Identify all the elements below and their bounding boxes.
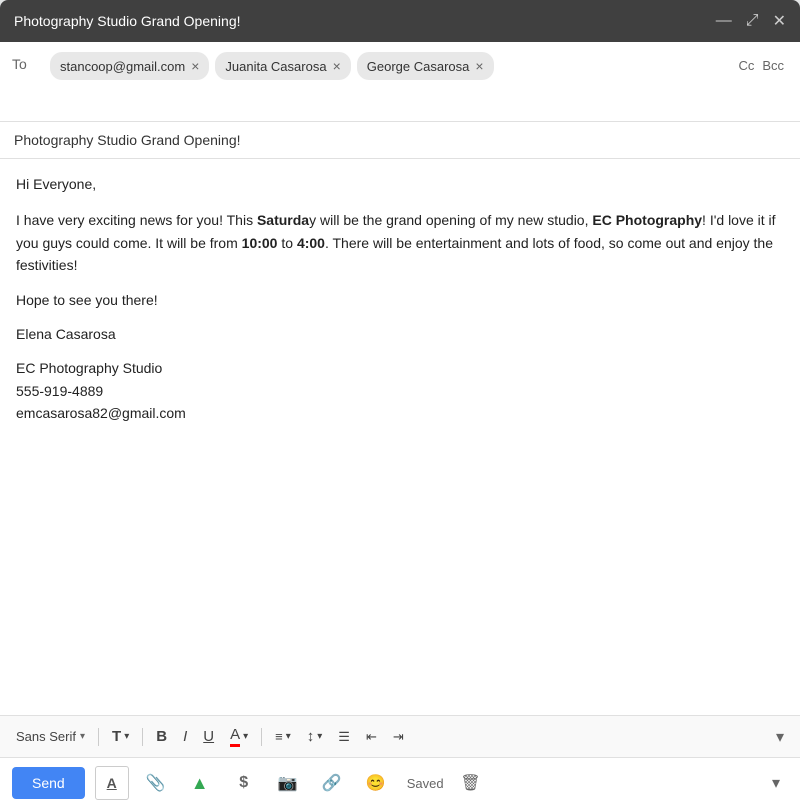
font-color-icon: A	[230, 726, 240, 747]
format-text-icon: A	[107, 775, 117, 791]
chip-2-remove[interactable]: ×	[333, 59, 341, 73]
delete-icon: 🗑	[460, 773, 480, 793]
more-options-icon: ▾	[772, 775, 780, 792]
close-button[interactable]: ✕	[773, 11, 786, 31]
main-paragraph: I have very exciting news for you! This …	[16, 209, 784, 276]
hope-line: Hope to see you there!	[16, 289, 784, 311]
photo-icon: 📷	[278, 773, 298, 793]
subject-row[interactable]: Photography Studio Grand Opening!	[0, 122, 800, 159]
toolbar-more-button[interactable]: ▾	[770, 723, 790, 751]
cc-bcc-area: Cc Bcc	[738, 50, 788, 73]
underline-button[interactable]: U	[197, 724, 220, 749]
window-controls: — ⤢ ✕	[716, 11, 786, 31]
signature-studio: EC Photography Studio	[16, 360, 162, 376]
font-color-button[interactable]: A ▾	[224, 722, 254, 751]
font-size-button[interactable]: T ▾	[106, 724, 135, 749]
toolbar-sep-3	[261, 728, 262, 746]
recipient-chip-2[interactable]: Juanita Casarosa ×	[215, 52, 350, 80]
font-family-selector[interactable]: Sans Serif ▾	[10, 725, 91, 748]
maximize-button[interactable]: ⤢	[746, 12, 759, 30]
photo-button[interactable]: 📷	[271, 766, 305, 800]
recipient-chip-1[interactable]: stancoop@gmail.com ×	[50, 52, 209, 80]
emoji-icon: 😊	[366, 773, 386, 793]
link-button[interactable]: 🔗	[315, 766, 349, 800]
toolbar-sep-2	[142, 728, 143, 746]
to-field-row: To stancoop@gmail.com × Juanita Casarosa…	[0, 42, 800, 122]
toolbar-more-icon: ▾	[776, 729, 784, 746]
italic-button[interactable]: I	[177, 724, 193, 749]
link-icon: 🔗	[322, 773, 342, 793]
bottom-bar: Send A 📎 ▲ $ 📷 🔗 😊 Saved 🗑 ▾	[0, 757, 800, 808]
chip-3-remove[interactable]: ×	[475, 59, 483, 73]
font-family-label: Sans Serif	[16, 729, 76, 744]
chip-1-name: stancoop@gmail.com	[60, 59, 185, 74]
to-label: To	[12, 50, 40, 72]
subject-text: Photography Studio Grand Opening!	[14, 132, 241, 148]
email-body[interactable]: Hi Everyone, I have very exciting news f…	[0, 159, 800, 715]
indent-right-icon: ⇥	[393, 729, 404, 745]
align-chevron: ▾	[286, 731, 291, 742]
delete-button[interactable]: 🗑	[454, 766, 488, 800]
bold-button[interactable]: B	[150, 724, 173, 749]
line-spacing-icon: ↕	[307, 728, 315, 745]
dollar-icon: $	[239, 774, 248, 792]
line-spacing-button[interactable]: ↕ ▾	[301, 724, 329, 749]
send-button[interactable]: Send	[12, 767, 85, 799]
window-title: Photography Studio Grand Opening!	[14, 13, 241, 29]
italic-icon: I	[183, 728, 187, 745]
attach-button[interactable]: 📎	[139, 766, 173, 800]
font-family-chevron: ▾	[80, 731, 85, 742]
font-size-icon: T	[112, 728, 121, 745]
toolbar-sep-1	[98, 728, 99, 746]
recipients-area[interactable]: stancoop@gmail.com × Juanita Casarosa × …	[50, 50, 738, 80]
chip-1-remove[interactable]: ×	[191, 59, 199, 73]
chip-3-name: George Casarosa	[367, 59, 470, 74]
signature-name: Elena Casarosa	[16, 323, 784, 345]
underline-icon: U	[203, 728, 214, 745]
minimize-button[interactable]: —	[716, 12, 732, 30]
compose-window: Photography Studio Grand Opening! — ⤢ ✕ …	[0, 0, 800, 808]
font-color-chevron: ▾	[243, 731, 248, 742]
font-size-chevron: ▾	[124, 731, 129, 742]
formatting-toolbar: Sans Serif ▾ T ▾ B I U A ▾ ≡ ▾ ↕ ▾	[0, 715, 800, 757]
bcc-button[interactable]: Bcc	[762, 58, 784, 73]
recipient-chip-3[interactable]: George Casarosa ×	[357, 52, 494, 80]
indent-left-icon: ⇤	[366, 729, 377, 745]
drive-icon: ▲	[191, 773, 209, 794]
signature-phone: 555-919-4889	[16, 383, 103, 399]
greeting-line: Hi Everyone,	[16, 173, 784, 195]
unordered-list-button[interactable]: ☰	[332, 725, 356, 749]
signature-email: emcasarosa82@gmail.com	[16, 405, 186, 421]
dollar-button[interactable]: $	[227, 766, 261, 800]
line-spacing-chevron: ▾	[317, 731, 322, 742]
bold-icon: B	[156, 728, 167, 745]
saved-status: Saved	[407, 776, 444, 791]
unordered-list-icon: ☰	[338, 729, 350, 745]
signature-block: EC Photography Studio 555-919-4889 emcas…	[16, 357, 784, 424]
align-icon: ≡	[275, 729, 283, 744]
chip-2-name: Juanita Casarosa	[225, 59, 326, 74]
cc-button[interactable]: Cc	[738, 58, 754, 73]
more-options-button[interactable]: ▾	[764, 769, 788, 797]
title-bar: Photography Studio Grand Opening! — ⤢ ✕	[0, 0, 800, 42]
indent-right-button[interactable]: ⇥	[387, 725, 410, 749]
format-text-button[interactable]: A	[95, 766, 129, 800]
indent-left-button[interactable]: ⇤	[360, 725, 383, 749]
attach-icon: 📎	[146, 773, 166, 793]
emoji-button[interactable]: 😊	[359, 766, 393, 800]
align-button[interactable]: ≡ ▾	[269, 725, 297, 748]
drive-button[interactable]: ▲	[183, 766, 217, 800]
